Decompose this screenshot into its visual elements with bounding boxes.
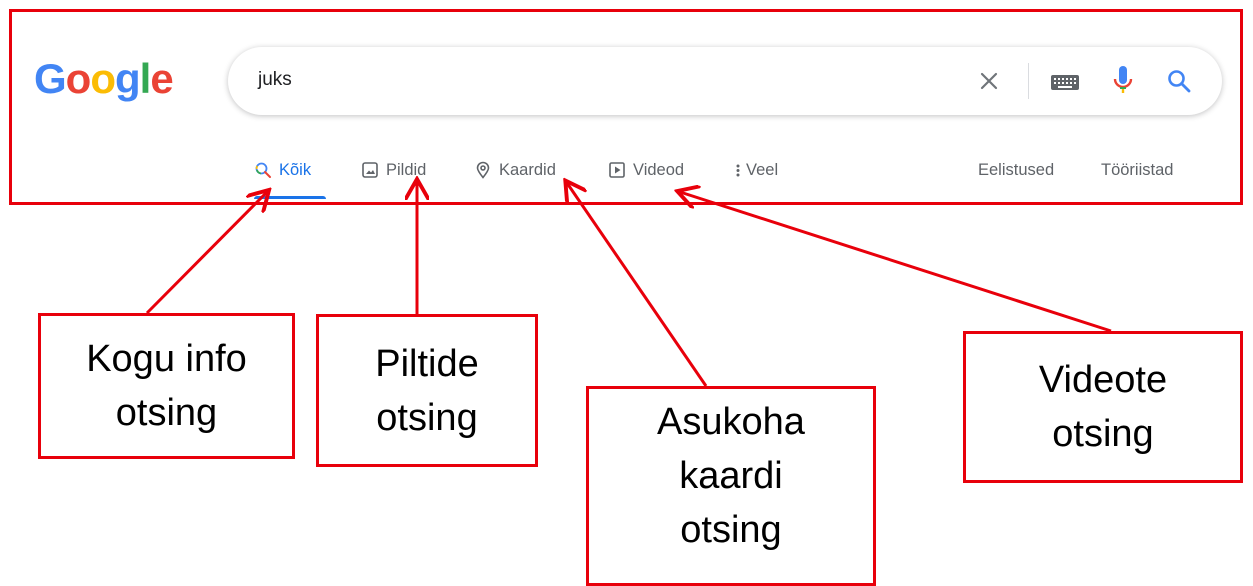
tools-link[interactable]: Tööriistad [1101, 159, 1173, 181]
logo-letter: o [65, 55, 92, 102]
logo-letter: l [139, 55, 152, 102]
location-pin-icon [476, 161, 490, 179]
active-tab-indicator [254, 196, 326, 199]
arrow-to-videos-tab [680, 192, 1112, 333]
logo-letter: G [34, 55, 67, 102]
callout-text: otsing [376, 396, 478, 439]
callout-text: Videote [1038, 359, 1168, 401]
tab-label: Kõik [279, 160, 312, 179]
search-box[interactable]: juks [228, 47, 1222, 115]
play-icon [609, 162, 625, 178]
callout-image-search: Piltide otsing [316, 314, 538, 467]
callout-text: otsing [680, 509, 782, 551]
microphone-icon[interactable] [1111, 63, 1135, 99]
image-icon [362, 162, 378, 178]
tab-label: Kaardid [499, 160, 556, 179]
tab-images[interactable]: Pildid [361, 159, 426, 181]
search-input[interactable]: juks [258, 69, 292, 91]
tab-label: Pildid [386, 160, 427, 179]
keyboard-icon[interactable] [1050, 71, 1080, 93]
callout-text: Kogu info [86, 338, 247, 380]
callout-map-search: Asukoha kaardi otsing [586, 386, 876, 586]
logo-letter: g [114, 55, 141, 102]
logo-letter: o [90, 55, 116, 102]
callout-text: Piltide [375, 342, 479, 385]
preferences-link[interactable]: Eelistused [978, 159, 1054, 181]
callout-text: otsing [115, 392, 218, 434]
google-logo[interactable]: Google [34, 55, 174, 102]
arrow-to-all-tab [145, 192, 267, 315]
callout-text: otsing [1052, 413, 1154, 455]
tab-maps[interactable]: Kaardid [474, 159, 556, 181]
tab-label: Veel [746, 160, 779, 179]
tab-more[interactable]: Veel [734, 159, 778, 181]
callout-all-search: Kogu info otsing [38, 313, 295, 459]
tab-label: Videod [633, 160, 685, 179]
logo-letter: e [150, 55, 173, 102]
callout-text: Asukoha [657, 401, 805, 443]
more-vert-icon [736, 164, 740, 177]
tab-videos[interactable]: Videod [608, 159, 684, 181]
clear-icon[interactable] [977, 69, 1001, 93]
divider [1028, 63, 1029, 99]
tab-all[interactable]: Kõik [254, 159, 311, 181]
arrow-to-maps-tab [567, 183, 708, 387]
callout-text: kaardi [679, 455, 783, 497]
callout-video-search: Videote otsing [963, 331, 1243, 483]
search-icon[interactable] [1166, 68, 1192, 94]
search-icon [255, 162, 271, 178]
